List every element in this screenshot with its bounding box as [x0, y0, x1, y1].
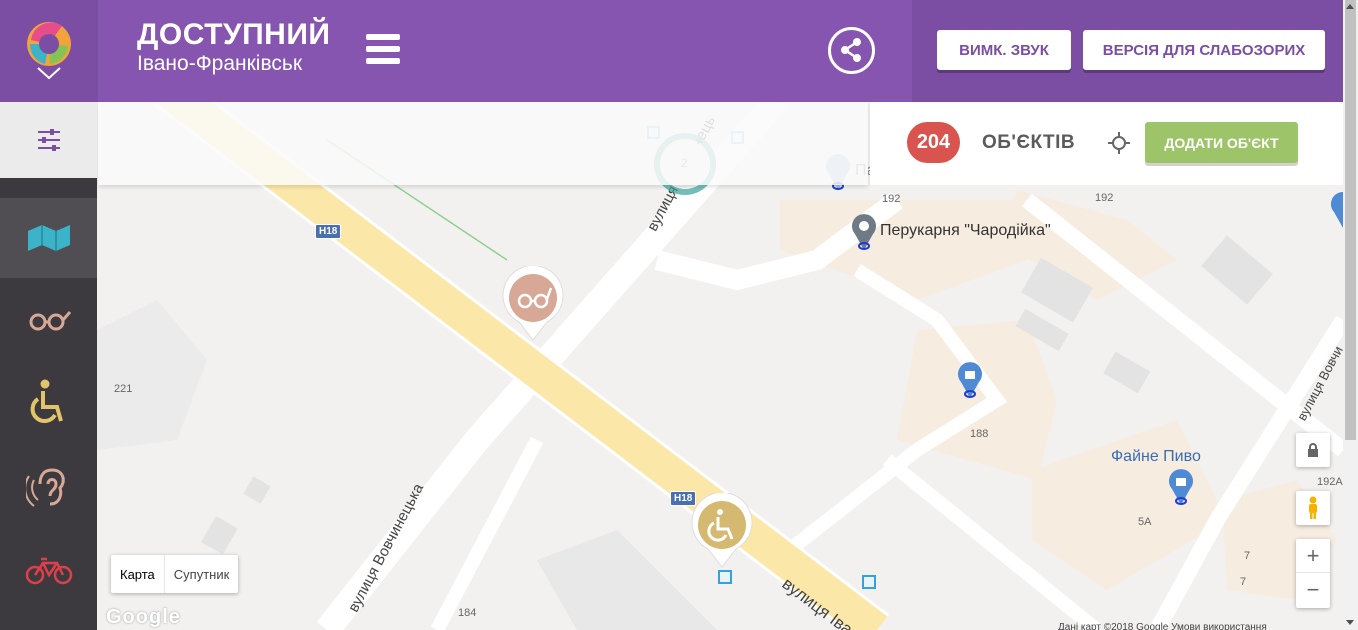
- objects-count-badge: 204: [907, 122, 960, 163]
- wheelchair-icon: [691, 492, 753, 568]
- house-number-192a: 192: [882, 193, 901, 205]
- sidebar-item-map[interactable]: [0, 198, 97, 278]
- glasses-icon: [502, 265, 564, 341]
- house-number-221: 221: [114, 383, 133, 395]
- house-number-192a-letter: 192А: [1317, 476, 1343, 488]
- menu-icon-bar: [366, 58, 400, 64]
- house-number-5a: 5А: [1138, 516, 1152, 528]
- location-pin-icon: [852, 214, 876, 250]
- house-number-188: 188: [970, 428, 989, 440]
- sound-off-button[interactable]: ВИМК. ЗВУК: [937, 30, 1071, 70]
- filter-toggle-button[interactable]: [0, 102, 97, 178]
- brand-title[interactable]: ДОСТУПНИЙ: [137, 18, 330, 52]
- locate-me-button[interactable]: [1107, 131, 1131, 160]
- map-icon: [27, 225, 70, 251]
- pegman-icon: [1309, 496, 1317, 519]
- sidebar-item-wheelchair[interactable]: [0, 362, 97, 442]
- road-shield-h18-top: H18: [315, 224, 342, 239]
- marker-wheelchair[interactable]: [690, 492, 754, 569]
- map-type-map-button[interactable]: Карта: [111, 555, 164, 593]
- shopping-bag-icon: [1169, 469, 1193, 505]
- glasses-icon: [29, 311, 71, 331]
- scroll-up-arrow-icon[interactable]: [1346, 4, 1354, 9]
- objects-count-label: ОБ'ЄКТІВ: [982, 132, 1076, 153]
- add-object-button[interactable]: ДОДАТИ ОБ'ЄКТ: [1145, 122, 1298, 163]
- map-attribution[interactable]: Дані карт ©2018 Google Умови використанн…: [1058, 622, 1267, 630]
- map-type-satellite-button[interactable]: Супутник: [163, 555, 239, 593]
- filter-strip: [98, 102, 868, 185]
- house-number-184: 184: [458, 607, 477, 619]
- house-number-7b: 7: [1240, 576, 1247, 588]
- shopping-bag-icon: [958, 362, 982, 398]
- zoom-control: + −: [1296, 539, 1330, 608]
- google-logo[interactable]: Google: [106, 606, 181, 629]
- shopping-bag-icon: [1330, 191, 1343, 228]
- sidebar-item-hearing[interactable]: [0, 447, 97, 527]
- menu-icon-bar: [366, 34, 400, 40]
- crosshair-icon: [1108, 132, 1130, 154]
- bicycle-icon: [25, 557, 72, 585]
- wheelchair-icon: [30, 379, 63, 423]
- sidebar-item-vision[interactable]: [0, 279, 97, 359]
- brand-subtitle[interactable]: Івано-Франківськ: [137, 52, 302, 76]
- marker-shop-right[interactable]: [1329, 190, 1343, 235]
- zoom-in-button[interactable]: +: [1296, 539, 1330, 573]
- place-label-beer[interactable]: Файне Пиво: [1111, 448, 1201, 466]
- logo-icon: [27, 22, 71, 80]
- bus-stop-icon[interactable]: [862, 575, 876, 589]
- marker-shop-1[interactable]: [956, 360, 984, 405]
- logo-area[interactable]: [0, 0, 98, 102]
- menu-button[interactable]: [366, 34, 400, 64]
- low-vision-button[interactable]: ВЕРСІЯ ДЛЯ СЛАБОЗОРИХ: [1083, 30, 1325, 70]
- sidebar-item-bicycle[interactable]: [0, 530, 97, 610]
- lock-icon: [1308, 443, 1318, 457]
- scrollbar-thumb[interactable]: [1345, 0, 1356, 440]
- place-label-hairdresser[interactable]: Перукарня "Чародійка": [880, 222, 1051, 240]
- share-icon: [841, 38, 861, 62]
- marker-pin-hairdresser[interactable]: [850, 212, 878, 257]
- bus-stop-icon[interactable]: [718, 570, 732, 584]
- menu-icon-bar: [366, 46, 400, 52]
- marker-shop-beer[interactable]: [1167, 467, 1195, 512]
- zoom-out-button[interactable]: −: [1296, 573, 1330, 607]
- app-root: H18 H18 192 192 221 188 184 192А 5А 7 7 …: [0, 0, 1358, 630]
- house-number-7a: 7: [1244, 550, 1251, 562]
- ear-icon: [25, 468, 65, 507]
- sliders-icon: [37, 129, 60, 151]
- street-view-pegman[interactable]: [1296, 491, 1330, 525]
- share-button[interactable]: [828, 27, 875, 74]
- lock-button[interactable]: [1296, 433, 1330, 467]
- house-number-192b: 192: [1095, 192, 1114, 204]
- map-type-control: Карта Супутник: [111, 555, 239, 593]
- scroll-down-arrow-icon[interactable]: [1346, 620, 1354, 625]
- marker-vision[interactable]: [501, 265, 565, 342]
